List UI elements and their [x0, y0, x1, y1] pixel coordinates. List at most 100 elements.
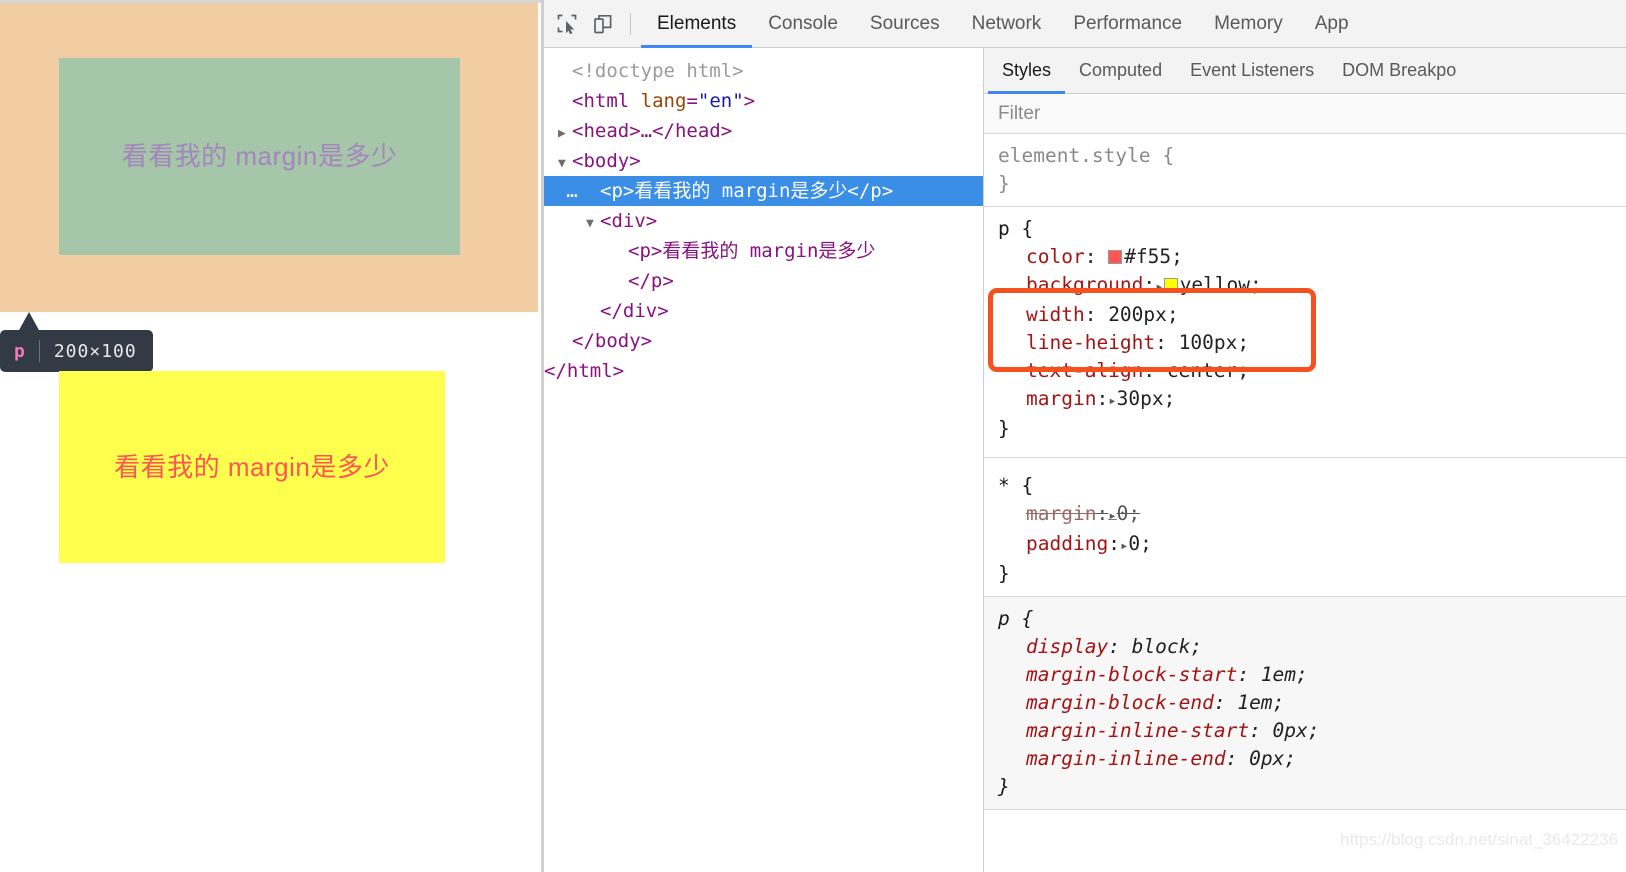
tab-memory[interactable]: Memory	[1198, 0, 1299, 48]
dom-line-body-open[interactable]: ▼ <body>	[544, 146, 983, 176]
expander-triangle-icon[interactable]: ▸	[1108, 393, 1116, 409]
semicolon: ;	[1284, 747, 1297, 770]
brace-open: {	[1009, 217, 1034, 240]
declaration-margin-overridden[interactable]: margin:▸0;	[998, 500, 1626, 530]
tab-elements[interactable]: Elements	[641, 0, 752, 48]
styles-filter-row	[984, 94, 1626, 134]
css-rule-p-author[interactable]: p { color: #f55; background:▸ yellow; wid…	[984, 207, 1626, 458]
filter-input[interactable]	[984, 94, 1626, 133]
selected-node-text: <p>看看我的 margin是多少</p>	[600, 180, 894, 202]
tooltip-tag-name: p	[14, 340, 25, 362]
semicolon: ;	[1171, 245, 1183, 268]
watermark-text: https://blog.csdn.net/sinat_36422236	[1340, 830, 1618, 849]
css-rule-universal[interactable]: * { margin:▸0; padding:▸0; }	[984, 458, 1626, 597]
dom-line-head[interactable]: ▶ <head>…</head>	[544, 116, 983, 146]
brace-open: {	[1150, 144, 1175, 167]
semicolon: ;	[1237, 331, 1250, 354]
screenshot-root: 看看我的 margin是多少 p 200×100 看看我的 margin是多少	[0, 0, 1626, 872]
colon: :	[1096, 387, 1109, 410]
expander-triangle-icon[interactable]: ▸	[1108, 508, 1116, 524]
colon: :	[1155, 331, 1179, 354]
declaration-background[interactable]: background:▸ yellow;	[998, 271, 1626, 301]
property-value[interactable]: 30px	[1117, 387, 1164, 410]
property-name: color	[1026, 245, 1085, 268]
brace-close: }	[998, 775, 1010, 798]
declaration-line-height[interactable]: line-height: 100px;	[998, 329, 1626, 357]
tab-performance[interactable]: Performance	[1057, 0, 1198, 48]
colon: :	[1084, 303, 1109, 326]
property-name: margin	[1026, 502, 1097, 525]
tab-network[interactable]: Network	[956, 0, 1058, 48]
dom-line-html-open[interactable]: <html lang="en">	[544, 86, 983, 116]
dom-tree-panel[interactable]: <!doctype html> <html lang="en"> ▶ <head>…	[544, 48, 984, 872]
doctype-text: <!doctype html>	[572, 60, 744, 82]
dom-line-div-open[interactable]: ▼ <div>	[544, 206, 983, 236]
declaration-text-align[interactable]: text-align: center;	[998, 357, 1626, 385]
selector-text: *	[998, 474, 1010, 497]
element-size-tooltip: p 200×100	[0, 330, 153, 372]
tab-application[interactable]: App	[1299, 0, 1365, 48]
toolbar-divider	[630, 12, 631, 35]
chevron-right-icon[interactable]: ▶	[558, 119, 572, 149]
property-name: margin-block-end	[1026, 691, 1214, 714]
subtab-computed[interactable]: Computed	[1065, 48, 1176, 94]
property-value[interactable]: 200px	[1108, 303, 1167, 326]
expander-triangle-icon[interactable]: ▸	[1155, 279, 1163, 295]
html-gt: >	[743, 90, 756, 112]
subtab-styles[interactable]: Styles	[988, 48, 1065, 94]
dom-line-inner-p-close[interactable]: </p>	[544, 266, 983, 296]
declaration-padding[interactable]: padding:▸0;	[998, 530, 1626, 560]
declaration-margin-block-start: margin-block-start: 1em;	[998, 661, 1626, 689]
brace-open: {	[1009, 607, 1034, 630]
color-swatch-icon[interactable]	[1163, 278, 1178, 292]
rule-selector-line: p {	[998, 605, 1626, 633]
subtab-dom-breakpoints[interactable]: DOM Breakpo	[1328, 48, 1470, 94]
property-name: line-height	[1026, 331, 1156, 354]
inspect-element-icon[interactable]	[550, 7, 584, 41]
dom-line-div-close[interactable]: </div>	[544, 296, 983, 326]
tooltip-dimensions: 200×100	[53, 340, 137, 362]
dom-line-doctype[interactable]: <!doctype html>	[544, 56, 983, 86]
declaration-display: display: block;	[998, 633, 1626, 661]
property-name: text-align	[1026, 359, 1144, 382]
colon: :	[1143, 359, 1167, 382]
inner-p-open-text: <p>看看我的 margin是多少	[628, 240, 876, 262]
devtools-body: <!doctype html> <html lang="en"> ▶ <head>…	[544, 48, 1626, 872]
tab-sources[interactable]: Sources	[854, 0, 956, 48]
html-attr-eq: =	[686, 90, 698, 112]
dom-line-selected-p[interactable]: … <p>看看我的 margin是多少</p>	[544, 176, 983, 206]
property-name: margin	[1026, 387, 1097, 410]
property-value: 0px	[1249, 747, 1285, 770]
property-value[interactable]: 0	[1117, 502, 1129, 525]
dom-line-html-close[interactable]: </html>	[544, 356, 983, 386]
html-lt: <	[572, 90, 584, 112]
property-value[interactable]: 100px	[1179, 331, 1238, 354]
property-name: margin-block-start	[1026, 663, 1238, 686]
chevron-down-icon[interactable]: ▼	[558, 149, 572, 179]
dom-line-inner-p-open[interactable]: <p>看看我的 margin是多少	[544, 236, 983, 266]
declaration-color[interactable]: color: #f55;	[998, 243, 1626, 271]
subtab-event-listeners[interactable]: Event Listeners	[1176, 48, 1328, 94]
html-attr-name: lang	[640, 90, 687, 112]
tab-console[interactable]: Console	[752, 0, 854, 48]
css-rule-p-user-agent[interactable]: p { display: block; margin-block-start: …	[984, 597, 1626, 810]
css-rule-element-style[interactable]: element.style { }	[984, 134, 1626, 207]
dom-line-body-close[interactable]: </body>	[544, 326, 983, 356]
declaration-margin[interactable]: margin:▸30px;	[998, 385, 1626, 415]
chevron-down-icon[interactable]: ▼	[586, 209, 600, 239]
color-swatch-icon[interactable]	[1108, 250, 1123, 264]
property-value[interactable]: yellow	[1180, 273, 1250, 296]
colon: :	[1108, 635, 1132, 658]
property-name: margin-inline-start	[1026, 719, 1250, 742]
declaration-width[interactable]: width: 200px;	[998, 301, 1626, 329]
property-value[interactable]: #f55	[1124, 245, 1171, 268]
device-toolbar-icon[interactable]	[586, 7, 620, 41]
property-value[interactable]: center	[1167, 359, 1237, 382]
inner-p-close-text: </p>	[628, 270, 674, 292]
semicolon: ;	[1250, 273, 1262, 296]
property-value[interactable]: 0	[1128, 532, 1140, 555]
colon: :	[1143, 273, 1156, 296]
dom-ellipsis-icon[interactable]: …	[544, 176, 600, 206]
html-tag-name: html	[583, 90, 630, 112]
tooltip-separator	[38, 340, 40, 362]
